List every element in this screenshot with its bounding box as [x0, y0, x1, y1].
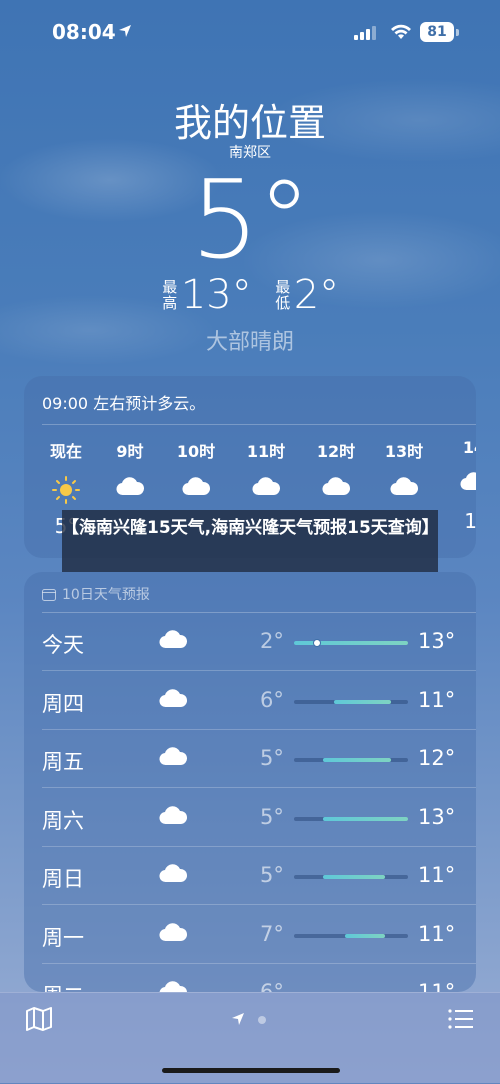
daily-header: 10日天气预报 [42, 584, 150, 604]
city-name: 我的位置 [173, 101, 326, 145]
wifi-icon [391, 24, 411, 39]
low-label: 最低 [275, 278, 291, 312]
high-temp-group: 最高 13° [161, 272, 252, 318]
temp-range-bar [294, 758, 408, 762]
day-label: 周六 [42, 808, 84, 833]
cloud-icon [158, 805, 188, 829]
hourly-divider [42, 424, 476, 425]
cloud-icon [444, 471, 476, 499]
temp-range-bar [294, 816, 408, 821]
high-temp: 13° [418, 804, 456, 829]
cloud-icon [100, 476, 160, 504]
status-time: 08:04 [52, 20, 116, 44]
day-label: 今天 [42, 633, 84, 657]
hour-label: 14 [462, 438, 476, 457]
cloud-icon [236, 476, 296, 504]
cloud-icon [374, 476, 434, 504]
hour-label: 9时 [116, 442, 144, 461]
hourly-item: 14 1: [444, 438, 476, 533]
temp-range-bar [294, 933, 408, 938]
sun-icon [36, 476, 96, 504]
current-temp-dot [312, 639, 321, 647]
day-label: 周一 [42, 925, 84, 950]
temp-range-fill [322, 758, 391, 762]
high-temp: 11° [418, 863, 456, 887]
high-label: 最高 [162, 278, 178, 312]
home-indicator [162, 1068, 340, 1073]
high-temp: 13° [180, 272, 252, 318]
low-temp: 6° [260, 980, 284, 992]
daily-row[interactable]: 周二 6° 11° [24, 964, 476, 992]
hour-label: 11时 [246, 442, 286, 461]
temp-range-bar [294, 875, 408, 879]
hour-label: 12时 [316, 442, 356, 461]
daily-row[interactable]: 周六 5° 13° [24, 789, 476, 847]
high-temp: 13° [418, 629, 456, 653]
temp-range-fill [294, 641, 408, 645]
high-temp: 12° [418, 746, 456, 770]
temp-range-fill [322, 875, 386, 879]
low-temp: 5° [260, 804, 284, 829]
cloud-icon [158, 922, 188, 946]
day-label: 周二 [42, 980, 84, 992]
weather-condition: 大部晴朗 [205, 330, 294, 355]
daily-row[interactable]: 周日 5° 11° [24, 847, 476, 905]
daily-forecast-card[interactable]: 10日天气预报 今天 2° 13° 周四 6° 11° 周五 5° 12° 周六 5° 13° 周日 5°… [24, 572, 476, 992]
hourly-item: 9时 [100, 438, 160, 514]
temp-range-bar [294, 699, 408, 704]
day-label: 周日 [42, 867, 84, 891]
low-temp: 2° [260, 629, 284, 653]
high-temp: 11° [418, 921, 456, 946]
cloud-icon [166, 476, 226, 504]
cellular-signal-icon [354, 26, 376, 40]
current-location-page-icon[interactable] [231, 1012, 245, 1026]
temp-range-bar [294, 639, 408, 647]
hour-temp: 1: [464, 509, 476, 533]
city-list-icon[interactable] [448, 1009, 474, 1029]
map-icon[interactable] [26, 1007, 52, 1031]
battery-indicator: 81 [420, 22, 454, 42]
daily-row[interactable]: 今天 2° 13° [24, 613, 476, 671]
day-label: 周四 [42, 691, 84, 716]
cloud-icon [158, 629, 188, 653]
hourly-summary: 09:00 左右预计多云。 [42, 394, 206, 413]
hourly-item: 13时 [374, 438, 434, 514]
day-label: 周五 [42, 750, 84, 774]
temp-range-fill [333, 699, 391, 704]
temp-range-fill [322, 816, 408, 821]
low-temp: 5° [260, 863, 284, 887]
daily-header-label: 10日天气预报 [62, 587, 150, 603]
daily-row[interactable]: 周五 5° 12° [24, 730, 476, 788]
calendar-icon [42, 588, 56, 601]
cloud-icon [158, 746, 188, 770]
overlay-caption: 【海南兴隆15天气,海南兴隆天气预报15天查询】 [62, 510, 439, 572]
status-bar: 08:04 81 [0, 0, 500, 64]
daily-row[interactable]: 周一 7° 11° [24, 906, 476, 964]
low-temp: 6° [260, 687, 284, 712]
cloud-icon [158, 980, 188, 992]
low-temp: 7° [260, 921, 284, 946]
temp-range-fill [345, 933, 386, 938]
high-temp: 11° [418, 687, 456, 712]
low-temp: 5° [260, 746, 284, 770]
cloud-icon [158, 863, 188, 887]
hourly-item: 10时 [166, 438, 226, 514]
low-temp: 2° [293, 272, 340, 318]
hour-label: 现在 [49, 442, 82, 461]
low-temp-group: 最低 2° [274, 272, 339, 318]
daily-row[interactable]: 周四 6° 11° [24, 672, 476, 730]
page-dot[interactable] [258, 1016, 266, 1024]
battery-tip [456, 29, 459, 36]
cloud-icon [306, 476, 366, 504]
high-low: 最高 13° 最低 2° [0, 272, 500, 318]
location-arrow-icon [119, 25, 131, 37]
high-temp: 11° [418, 980, 456, 992]
hourly-item: 12时 [306, 438, 366, 514]
current-temperature: 5° [190, 158, 312, 283]
hour-label: 13时 [384, 442, 424, 461]
hour-label: 10时 [176, 442, 216, 461]
cloud-icon [158, 688, 188, 712]
hourly-item: 11时 [236, 438, 296, 514]
